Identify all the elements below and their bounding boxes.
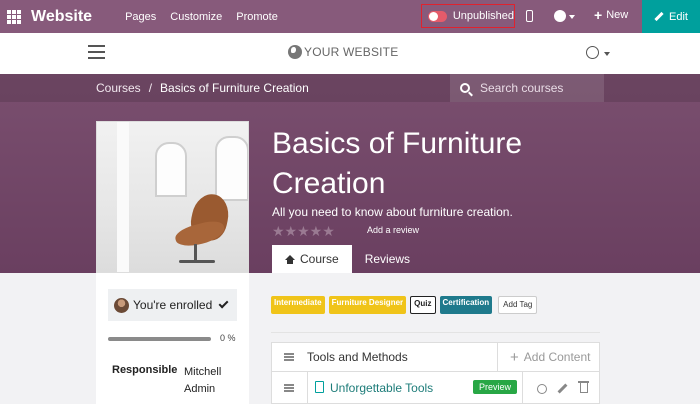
add-content-label: Add Content [523, 350, 591, 364]
search-input[interactable] [480, 81, 580, 95]
publish-toggle[interactable]: Unpublished [421, 4, 515, 28]
menu-promote[interactable]: Promote [236, 11, 278, 23]
breadcrumb-current: Basics of Furniture Creation [160, 81, 309, 95]
enrolled-label: You're enrolled [133, 298, 213, 312]
pencil-icon[interactable] [557, 383, 568, 394]
apps-grid-icon[interactable] [7, 9, 21, 24]
chevron-down-icon[interactable] [604, 52, 610, 56]
add-review-link[interactable]: Add a review [367, 225, 419, 235]
edit-button[interactable]: Edit [642, 0, 700, 33]
tab-reviews[interactable]: Reviews [352, 245, 423, 273]
tab-course[interactable]: Course [272, 245, 352, 273]
toggle-switch-icon[interactable] [428, 10, 447, 22]
new-button-label: New [606, 9, 629, 21]
lesson-row: Unforgettable Tools Preview [271, 372, 600, 404]
responsible-label: Responsible [112, 364, 178, 376]
website-editor-topbar: Website Pages Customize Promote Unpublis… [0, 0, 700, 33]
menu-pages[interactable]: Pages [125, 11, 156, 23]
globe-icon [288, 45, 302, 59]
plus-icon: + [594, 6, 603, 23]
course-description: All you need to know about furniture cre… [272, 205, 513, 219]
user-account-icon[interactable] [586, 46, 599, 59]
menu-customize[interactable]: Customize [170, 11, 222, 23]
site-header: YOUR WEBSITE [0, 33, 700, 74]
course-search [450, 74, 604, 102]
add-tag-button[interactable]: Add Tag [498, 296, 538, 314]
new-button[interactable]: + New [594, 6, 629, 23]
circle-icon[interactable] [537, 384, 547, 394]
breadcrumb-separator: / [148, 81, 153, 95]
pencil-icon [654, 11, 664, 22]
top-menu: Pages Customize Promote [125, 11, 278, 23]
add-content-button[interactable]: + Add Content [497, 343, 601, 371]
rating-stars: ★★★★★ [272, 223, 335, 239]
course-cover-image [96, 121, 249, 273]
breadcrumb-courses-link[interactable]: Courses [96, 81, 141, 95]
check-icon [218, 298, 229, 309]
tag-certification[interactable]: Certification [439, 296, 493, 314]
content-divider [271, 332, 600, 333]
publish-status-label: Unpublished [452, 10, 514, 22]
breadcrumb: Courses / Basics of Furniture Creation [96, 81, 309, 95]
app-brand[interactable]: Website [31, 8, 92, 26]
search-icon[interactable] [460, 83, 470, 93]
home-icon [285, 254, 295, 264]
language-globe-icon[interactable] [554, 10, 566, 22]
edit-button-label: Edit [669, 10, 688, 23]
lesson-title-link[interactable]: Unforgettable Tools [330, 381, 433, 395]
responsible-value: Mitchell Admin [184, 366, 222, 395]
preview-badge[interactable]: Preview [473, 380, 518, 394]
course-progress-bar [108, 337, 211, 341]
document-icon [315, 381, 324, 393]
hamburger-menu-icon[interactable] [88, 45, 105, 59]
section-row: Tools and Methods + Add Content [271, 342, 600, 372]
tag-intermediate[interactable]: Intermediate [271, 296, 325, 314]
course-tags: Intermediate Furniture Designer Quiz Cer… [271, 296, 538, 314]
section-title[interactable]: Tools and Methods [307, 350, 408, 364]
tag-furniture-designer[interactable]: Furniture Designer [328, 296, 407, 314]
breadcrumb-bar: Courses / Basics of Furniture Creation [0, 74, 700, 102]
progress-percent-label: 0 % [220, 333, 236, 343]
course-sidebar-card: You're enrolled 0 % Responsible Mitchell… [96, 273, 249, 404]
tab-course-label: Course [300, 252, 339, 266]
drag-handle-icon[interactable] [284, 353, 294, 361]
tab-reviews-label: Reviews [364, 252, 411, 266]
chevron-down-icon[interactable] [569, 15, 575, 19]
enrolled-status: You're enrolled [108, 289, 237, 321]
course-tabs: Course Reviews [272, 245, 423, 273]
site-logo[interactable]: YOUR WEBSITE [288, 45, 398, 59]
drag-handle-icon[interactable] [284, 383, 294, 392]
plus-icon: + [510, 348, 519, 366]
avatar [114, 297, 129, 313]
mobile-preview-icon[interactable] [526, 10, 533, 22]
trash-icon[interactable] [578, 381, 589, 393]
tag-quiz[interactable]: Quiz [410, 296, 436, 314]
course-title: Basics of Furniture Creation [272, 127, 523, 200]
site-logo-text: YOUR WEBSITE [304, 45, 399, 59]
